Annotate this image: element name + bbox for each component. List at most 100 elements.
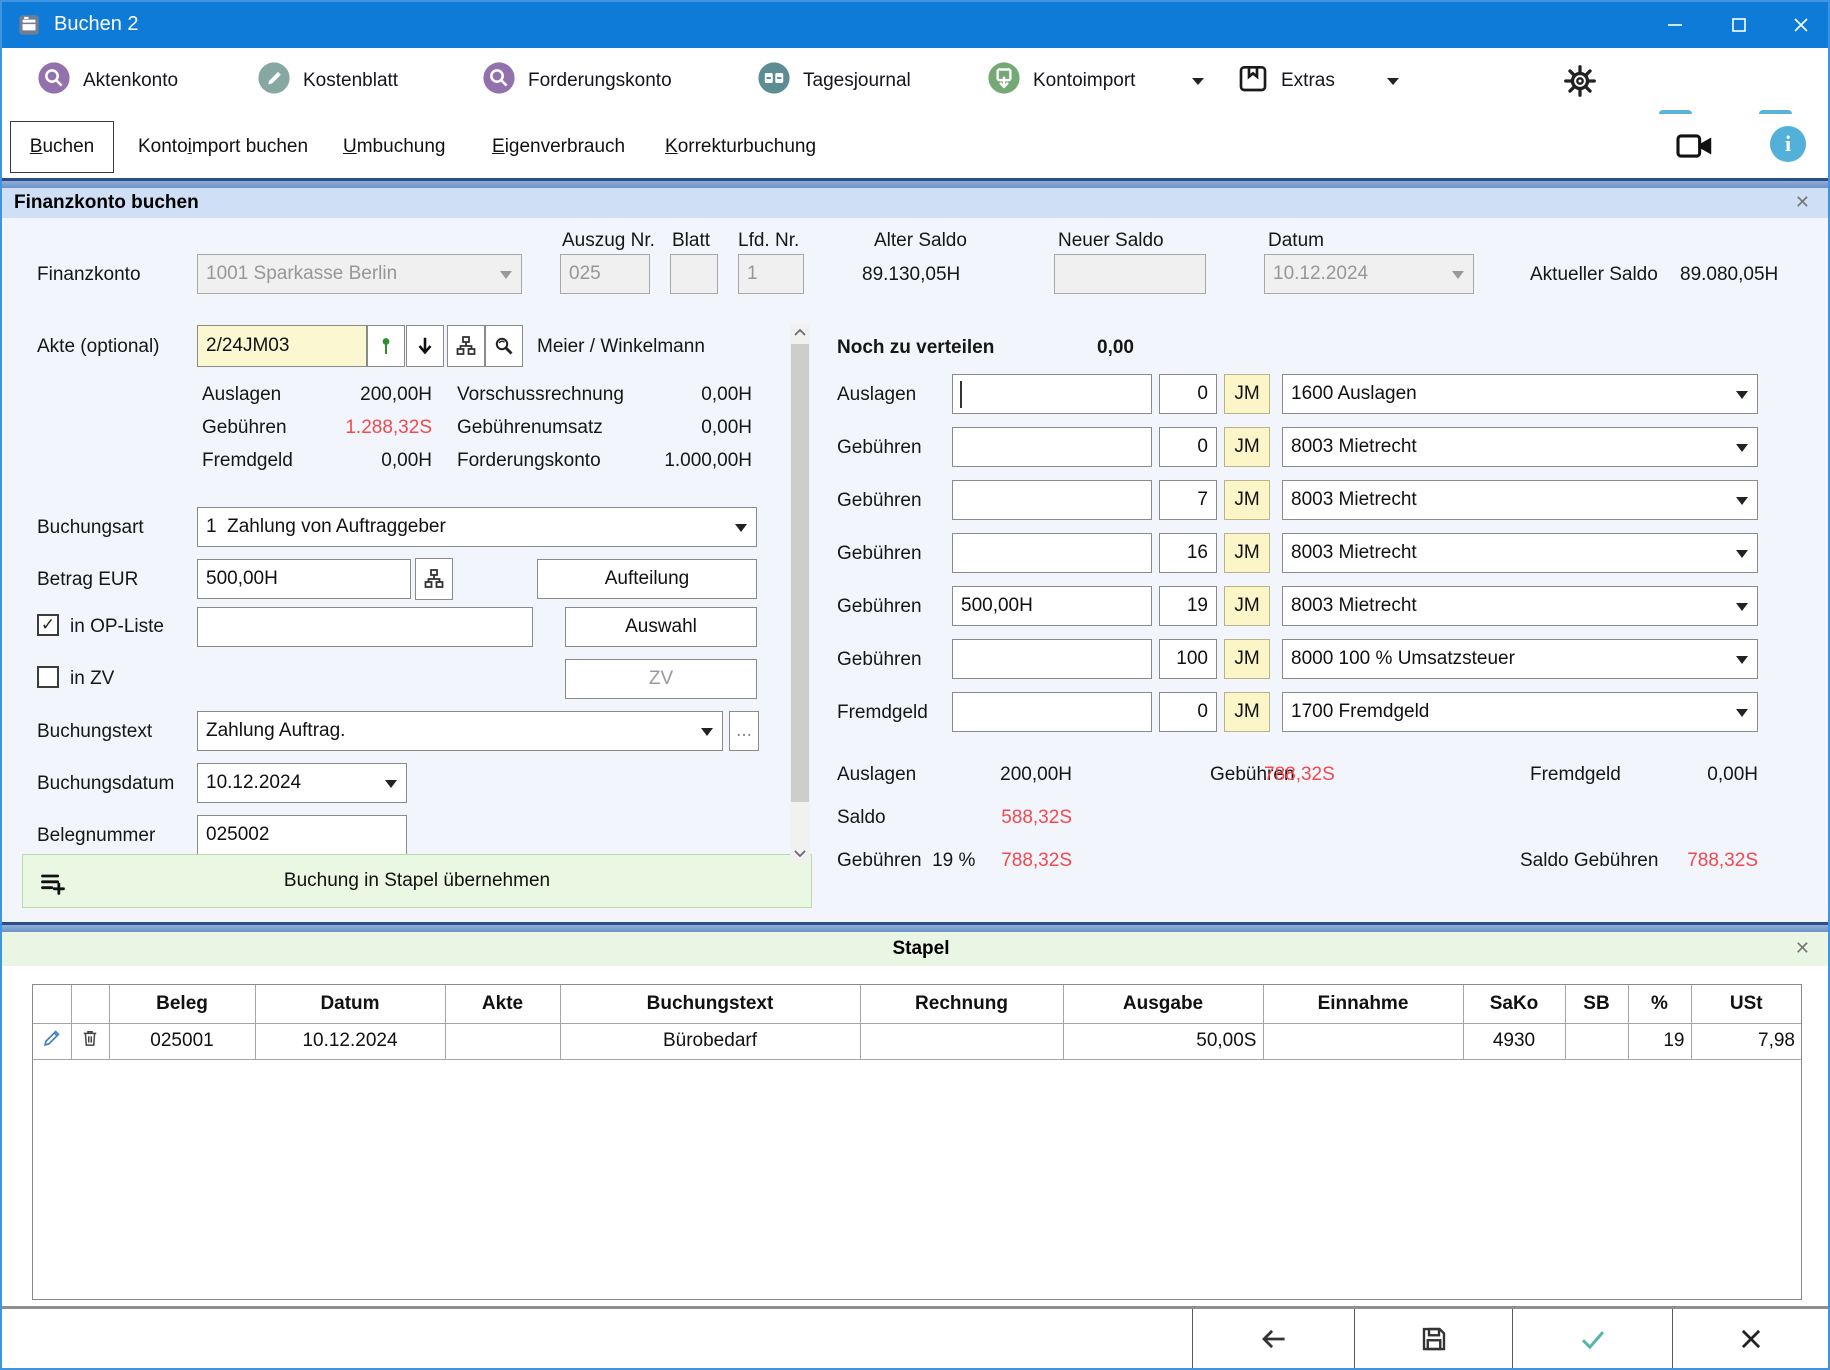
scrollbar-thumb[interactable] (791, 344, 809, 802)
akte-search-refresh-icon-button[interactable] (485, 325, 523, 367)
betrag-input[interactable] (197, 559, 411, 599)
pin-icon-button[interactable] (367, 325, 405, 367)
col-beleg[interactable]: Beleg (109, 985, 255, 1023)
alloc-percent-input[interactable] (1159, 586, 1217, 626)
stapel-close-icon[interactable]: ✕ (1795, 938, 1810, 959)
alloc-konto-select[interactable]: 8003 Mietrecht (1282, 427, 1758, 467)
alloc-konto-select[interactable]: 8003 Mietrecht (1282, 480, 1758, 520)
col-sb[interactable]: SB (1565, 985, 1628, 1023)
akte-input[interactable] (197, 325, 367, 367)
neuer-saldo-input[interactable] (1054, 254, 1206, 294)
alloc-amount-input[interactable] (952, 586, 1152, 626)
auswahl-button[interactable]: Auswahl (565, 607, 757, 647)
finanzkonto-select[interactable]: 1001 Sparkasse Berlin (197, 254, 522, 294)
form-scrollbar[interactable] (790, 324, 810, 862)
kontoimport-dropdown-caret[interactable] (1192, 48, 1204, 114)
jm-button[interactable]: JM (1224, 639, 1270, 679)
alloc-konto-select[interactable]: 1600 Auslagen (1282, 374, 1758, 414)
akte-tree-icon-button[interactable] (447, 325, 485, 367)
alloc-konto-select[interactable]: 1700 Fremdgeld (1282, 692, 1758, 732)
col-einnahme[interactable]: Einnahme (1263, 985, 1463, 1023)
jm-button[interactable]: JM (1224, 586, 1270, 626)
col-sako[interactable]: SaKo (1463, 985, 1565, 1023)
confirm-button[interactable] (1512, 1309, 1672, 1368)
scroll-up-icon[interactable] (792, 326, 808, 345)
maximize-button[interactable] (1710, 2, 1768, 48)
info-circle-icon[interactable]: i (1770, 126, 1806, 162)
tab-umbuchung[interactable]: Umbuchung (335, 121, 453, 173)
col-ausgabe[interactable]: Ausgabe (1063, 985, 1263, 1023)
zv-button[interactable]: ZV (565, 659, 757, 699)
extras-dropdown-caret[interactable] (1387, 48, 1399, 114)
save-button[interactable] (1354, 1309, 1512, 1368)
blatt-input[interactable] (670, 254, 718, 294)
finanzkonto-close-icon[interactable]: ✕ (1795, 192, 1810, 213)
col-rechnung[interactable]: Rechnung (860, 985, 1063, 1023)
video-camera-icon[interactable] (1674, 129, 1716, 168)
betrag-tree-icon-button[interactable] (415, 558, 453, 600)
col-ust[interactable]: USt (1691, 985, 1801, 1023)
op-liste-input[interactable] (197, 607, 533, 647)
jm-button[interactable]: JM (1224, 480, 1270, 520)
zv-checkbox[interactable] (37, 666, 59, 688)
alloc-percent-input[interactable] (1159, 639, 1217, 679)
arrow-down-icon-button[interactable] (406, 325, 444, 367)
lfd-nr-input[interactable] (738, 254, 804, 294)
col-datum[interactable]: Datum (255, 985, 445, 1023)
delete-row-button[interactable] (71, 1023, 109, 1059)
alloc-amount-input[interactable] (952, 692, 1152, 732)
alloc-percent-input[interactable] (1159, 374, 1217, 414)
table-row[interactable]: 025001 10.12.2024 Bürobedarf 50,00S 4930… (33, 1023, 1801, 1059)
jm-button[interactable]: JM (1224, 533, 1270, 573)
chevron-down-icon (701, 728, 713, 736)
toolbar-forderungskonto[interactable]: Forderungskonto (482, 48, 672, 114)
op-liste-checkbox[interactable]: ✓ (37, 614, 59, 636)
settings-gear-icon[interactable] (1562, 48, 1598, 114)
alloc-konto-select[interactable]: 8000 100 % Umsatzsteuer (1282, 639, 1758, 679)
col-prozent[interactable]: % (1628, 985, 1691, 1023)
toolbar-aktenkonto[interactable]: Aktenkonto (37, 48, 178, 114)
alloc-amount-input[interactable] (952, 427, 1152, 467)
tab-kontoimport-buchen[interactable]: Kontoimport buchen (130, 121, 316, 173)
auszug-input[interactable] (560, 254, 650, 294)
col-akte[interactable]: Akte (445, 985, 560, 1023)
alloc-percent-input[interactable] (1159, 480, 1217, 520)
belegnummer-input[interactable] (197, 815, 407, 855)
close-button[interactable] (1772, 2, 1830, 48)
buchungsart-select[interactable]: 1 Zahlung von Auftraggeber (197, 507, 757, 547)
alloc-percent-input[interactable] (1159, 533, 1217, 573)
buchungsdatum-combo[interactable]: 10.12.2024 (197, 763, 407, 803)
back-button[interactable] (1192, 1309, 1354, 1368)
alloc-percent-input[interactable] (1159, 427, 1217, 467)
buchungstext-combo[interactable]: Zahlung Auftrag. (197, 711, 723, 751)
alloc-konto-select[interactable]: 8003 Mietrecht (1282, 533, 1758, 573)
jm-button[interactable]: JM (1224, 427, 1270, 467)
toolbar-tagesjournal[interactable]: Tagesjournal (757, 48, 911, 114)
datum-select[interactable]: 10.12.2024 (1264, 254, 1474, 294)
jm-button[interactable]: JM (1224, 374, 1270, 414)
finanzkonto-section-header: Finanzkonto buchen ✕ (2, 188, 1828, 218)
alloc-percent-input[interactable] (1159, 692, 1217, 732)
alloc-amount-input[interactable] (952, 374, 1152, 414)
alloc-amount-input[interactable] (952, 639, 1152, 679)
col-buchungstext[interactable]: Buchungstext (560, 985, 860, 1023)
minimize-button[interactable] (1646, 2, 1704, 48)
toolbar-extras[interactable]: Extras (1237, 48, 1335, 114)
tab-korrekturbuchung[interactable]: Korrekturbuchung (657, 121, 824, 173)
close-dialog-button[interactable] (1672, 1309, 1828, 1368)
toolbar-kontoimport[interactable]: Kontoimport (987, 48, 1135, 114)
aufteilung-button[interactable]: Aufteilung (537, 559, 757, 599)
alloc-amount-input[interactable] (952, 533, 1152, 573)
tab-eigenverbrauch[interactable]: Eigenverbrauch (484, 121, 633, 173)
sum-fremdgeld-value: 0,00H (1632, 764, 1758, 786)
toolbar-kostenblatt[interactable]: Kostenblatt (257, 48, 398, 114)
scroll-down-icon[interactable] (792, 846, 808, 865)
jm-button[interactable]: JM (1224, 692, 1270, 732)
buchungstext-more-button[interactable]: ... (729, 711, 759, 751)
tagesjournal-journal-icon (757, 61, 791, 101)
buchung-in-stapel-button[interactable]: Buchung in Stapel übernehmen (22, 854, 812, 908)
alloc-amount-input[interactable] (952, 480, 1152, 520)
alloc-konto-select[interactable]: 8003 Mietrecht (1282, 586, 1758, 626)
edit-row-button[interactable] (33, 1023, 71, 1059)
tab-buchen[interactable]: Buchen (10, 121, 114, 173)
